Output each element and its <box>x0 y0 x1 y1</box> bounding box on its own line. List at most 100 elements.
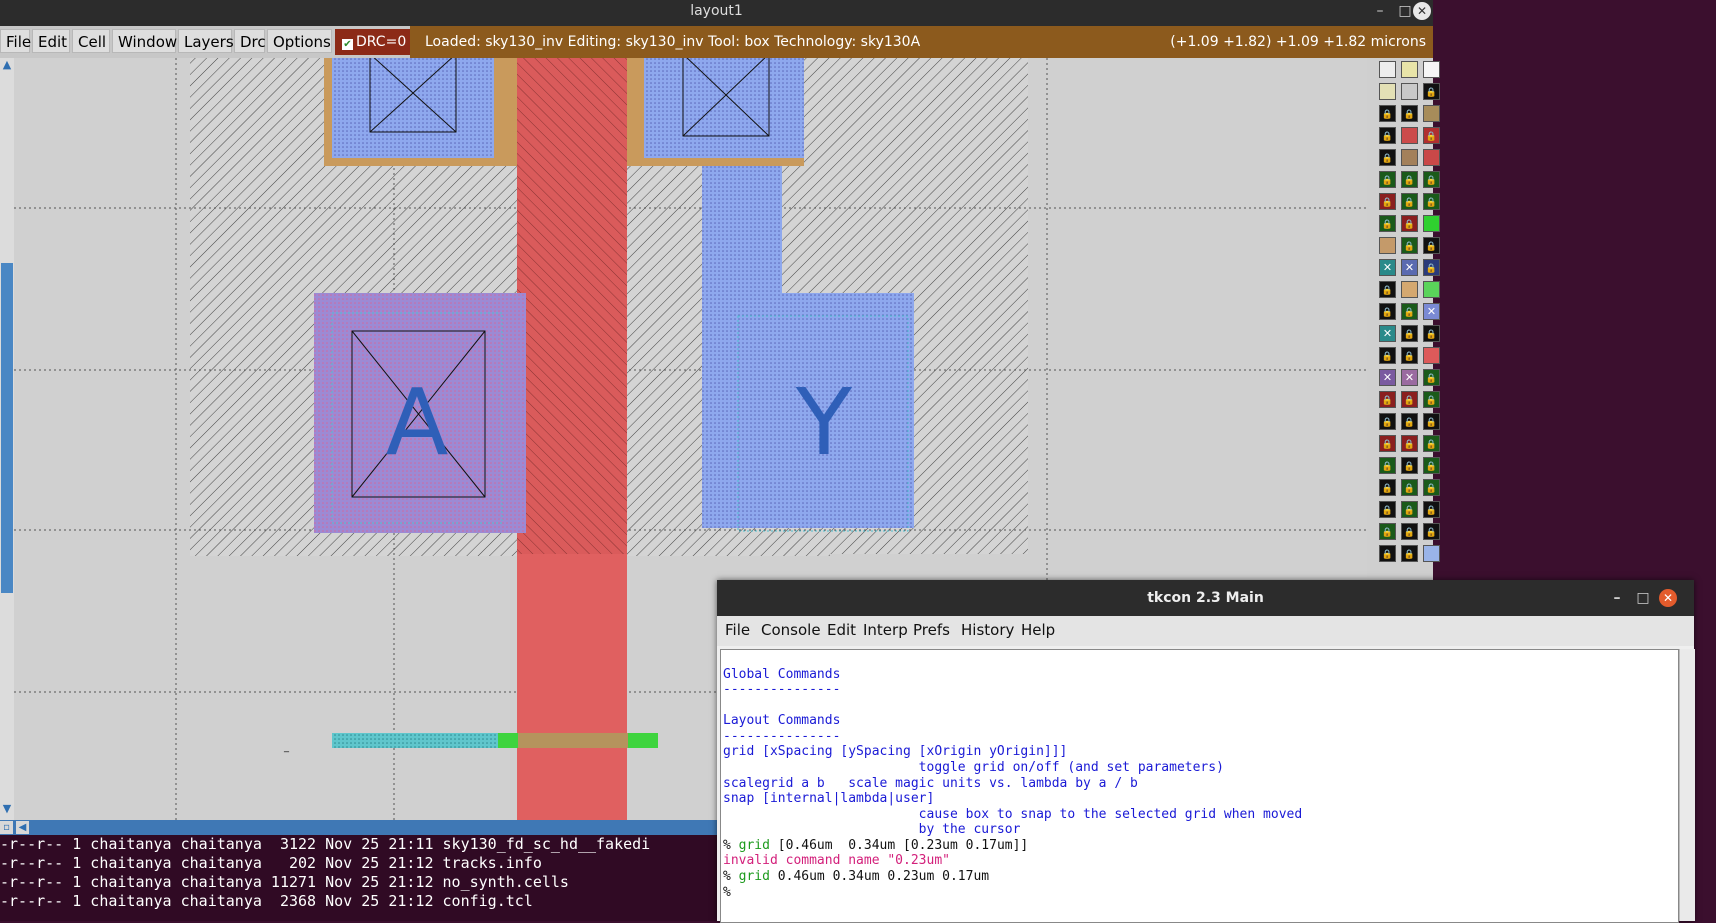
lock-icon[interactable] <box>1379 435 1396 452</box>
palette-cell[interactable]: ✕ <box>1423 303 1440 320</box>
menu-cell[interactable]: Cell <box>72 29 110 53</box>
maximize-icon[interactable]: □ <box>1630 587 1656 609</box>
magic-titlebar[interactable]: layout1 – □ ✕ <box>0 0 1433 26</box>
palette-cell[interactable] <box>1401 61 1418 78</box>
lock-icon[interactable] <box>1379 171 1396 188</box>
palette-cell[interactable] <box>1379 83 1396 100</box>
menu-edit[interactable]: Edit <box>827 621 856 639</box>
scroll-down-icon[interactable]: ▼ <box>1 802 13 816</box>
lock-icon[interactable] <box>1401 501 1418 518</box>
layer-palette[interactable]: ✕ ✕ ✕ ✕ ✕ ✕ <box>1367 58 1440 580</box>
lock-icon[interactable] <box>1423 83 1440 100</box>
lock-icon[interactable] <box>1423 193 1440 210</box>
lock-icon[interactable] <box>1379 281 1396 298</box>
lock-icon[interactable] <box>1401 347 1418 364</box>
menu-prefs[interactable]: Prefs <box>913 621 950 639</box>
minimize-icon[interactable]: – <box>1604 587 1630 609</box>
lock-icon[interactable] <box>1401 215 1418 232</box>
lock-icon[interactable] <box>1379 105 1396 122</box>
horizontal-scrollbar[interactable]: ▫ ◀ <box>0 820 720 835</box>
palette-cell[interactable] <box>1401 127 1418 144</box>
palette-cell[interactable] <box>1379 61 1396 78</box>
lock-icon[interactable] <box>1423 523 1440 540</box>
lock-icon[interactable] <box>1401 457 1418 474</box>
menu-help[interactable]: Help <box>1021 621 1055 639</box>
palette-cell[interactable]: ✕ <box>1379 325 1396 342</box>
lock-icon[interactable] <box>1401 171 1418 188</box>
palette-cell[interactable]: ✕ <box>1379 259 1396 276</box>
lock-icon[interactable] <box>1423 413 1440 430</box>
lock-icon[interactable] <box>1423 325 1440 342</box>
lock-icon[interactable] <box>1401 479 1418 496</box>
drc-indicator[interactable]: ✔ DRC=0 <box>335 29 410 55</box>
lock-icon[interactable] <box>1379 215 1396 232</box>
lock-icon[interactable] <box>1423 479 1440 496</box>
menu-interp[interactable]: Interp <box>863 621 908 639</box>
lock-icon[interactable] <box>1379 457 1396 474</box>
menu-window[interactable]: Window <box>112 29 177 53</box>
palette-cell[interactable] <box>1423 215 1440 232</box>
palette-cell[interactable] <box>1423 347 1440 364</box>
lock-icon[interactable] <box>1379 545 1396 562</box>
lock-icon[interactable] <box>1401 237 1418 254</box>
palette-cell[interactable] <box>1401 83 1418 100</box>
lock-icon[interactable] <box>1423 171 1440 188</box>
lock-icon[interactable] <box>1379 347 1396 364</box>
palette-cell[interactable] <box>1423 545 1440 562</box>
menu-drc[interactable]: Drc <box>234 29 266 53</box>
lock-icon[interactable] <box>1379 501 1396 518</box>
scroll-corner-icon[interactable]: ▫ <box>0 821 13 834</box>
menu-history[interactable]: History <box>961 621 1014 639</box>
lock-icon[interactable] <box>1423 435 1440 452</box>
lock-icon[interactable] <box>1423 391 1440 408</box>
lock-icon[interactable] <box>1401 545 1418 562</box>
menu-edit[interactable]: Edit <box>32 29 70 53</box>
lock-icon[interactable] <box>1401 303 1418 320</box>
scroll-thumb[interactable] <box>1 263 13 593</box>
lock-icon[interactable] <box>1423 369 1440 386</box>
minimize-icon[interactable]: – <box>1367 0 1393 22</box>
palette-cell[interactable]: ✕ <box>1401 369 1418 386</box>
lock-icon[interactable] <box>1379 127 1396 144</box>
vertical-scrollbar[interactable]: ▲ ▼ <box>0 58 14 820</box>
lock-icon[interactable] <box>1423 457 1440 474</box>
lock-icon[interactable] <box>1423 237 1440 254</box>
palette-cell[interactable]: ✕ <box>1379 369 1396 386</box>
palette-cell[interactable]: ✕ <box>1401 259 1418 276</box>
console-text[interactable]: Global Commands --------------- Layout Com… <box>720 649 1679 923</box>
palette-cell[interactable] <box>1423 149 1440 166</box>
lock-icon[interactable] <box>1401 325 1418 342</box>
menu-file[interactable]: File <box>725 621 750 639</box>
lock-icon[interactable] <box>1401 193 1418 210</box>
lock-icon[interactable] <box>1379 303 1396 320</box>
lock-icon[interactable] <box>1423 501 1440 518</box>
palette-cell[interactable] <box>1423 281 1440 298</box>
scroll-up-icon[interactable]: ▲ <box>1 58 13 72</box>
lock-icon[interactable] <box>1423 127 1440 144</box>
lock-icon[interactable] <box>1379 413 1396 430</box>
menu-options[interactable]: Options <box>267 29 332 53</box>
lock-icon[interactable] <box>1401 105 1418 122</box>
lock-icon[interactable] <box>1423 259 1440 276</box>
menu-file[interactable]: File <box>0 29 31 53</box>
palette-cell[interactable] <box>1423 61 1440 78</box>
lock-icon[interactable] <box>1379 523 1396 540</box>
palette-cell[interactable] <box>1401 281 1418 298</box>
lock-icon[interactable] <box>1401 413 1418 430</box>
palette-cell[interactable] <box>1423 105 1440 122</box>
tkcon-titlebar[interactable]: tkcon 2.3 Main – □ ✕ <box>717 580 1694 616</box>
close-icon[interactable]: ✕ <box>1659 589 1677 607</box>
scroll-left-icon[interactable]: ◀ <box>16 821 29 834</box>
lock-icon[interactable] <box>1401 391 1418 408</box>
lock-icon[interactable] <box>1401 523 1418 540</box>
menu-layers[interactable]: Layers <box>178 29 234 53</box>
console-scrollbar[interactable] <box>1679 649 1695 921</box>
palette-cell[interactable] <box>1401 149 1418 166</box>
lock-icon[interactable] <box>1379 149 1396 166</box>
close-icon[interactable]: ✕ <box>1413 2 1431 20</box>
lock-icon[interactable] <box>1379 479 1396 496</box>
lock-icon[interactable] <box>1379 391 1396 408</box>
palette-cell[interactable] <box>1379 237 1396 254</box>
lock-icon[interactable] <box>1379 193 1396 210</box>
menu-console[interactable]: Console <box>761 621 821 639</box>
